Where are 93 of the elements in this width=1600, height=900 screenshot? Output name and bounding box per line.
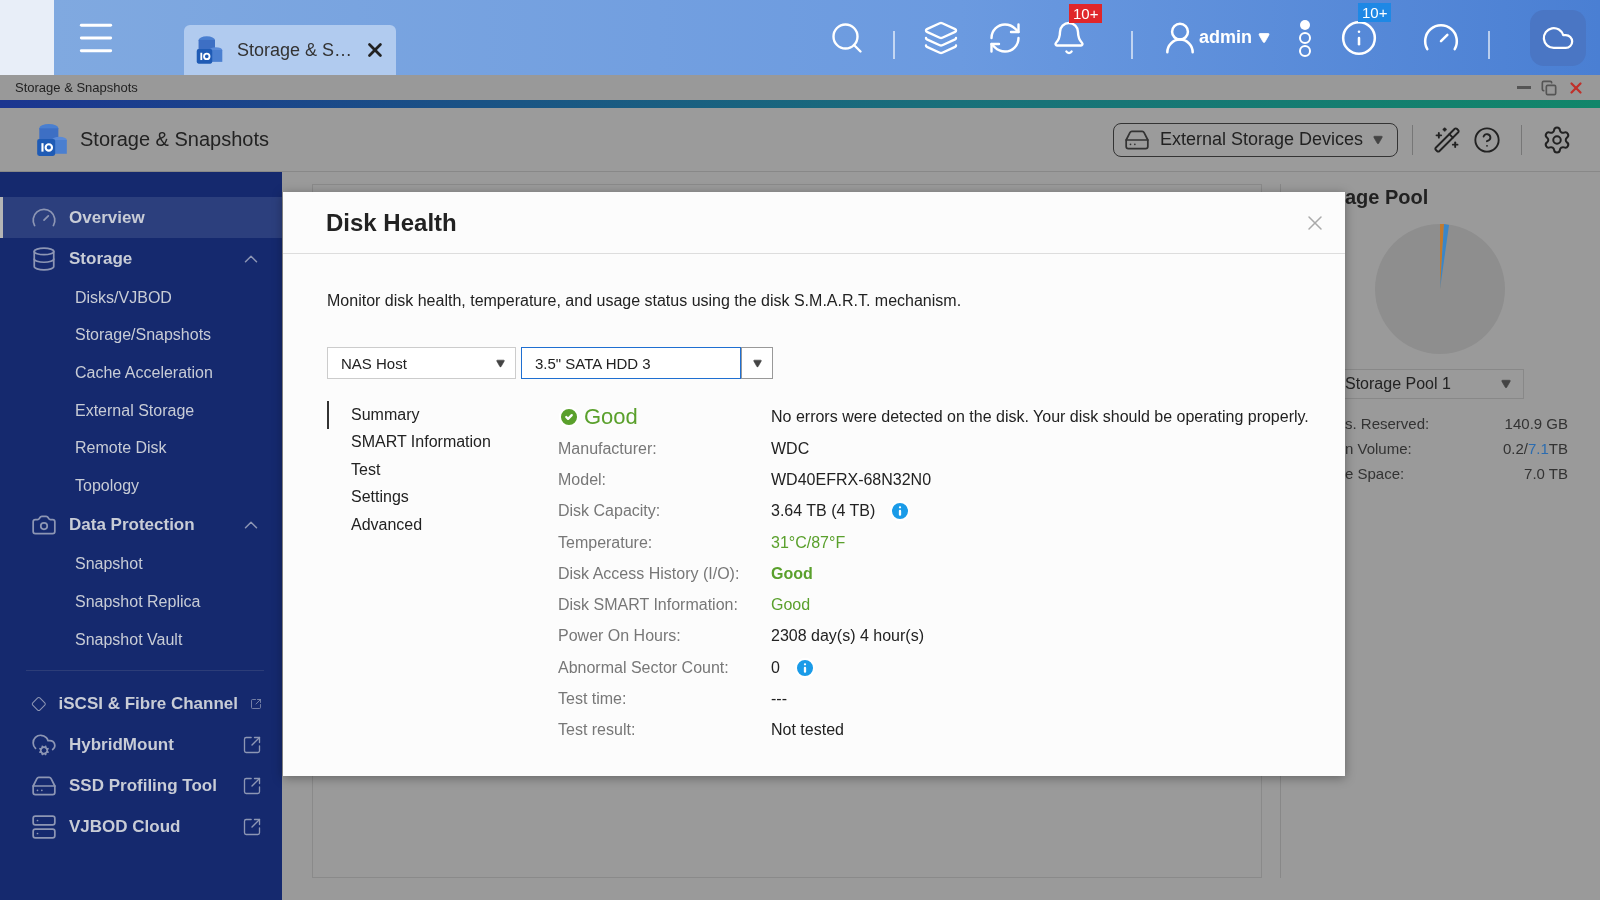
tasks-button[interactable]	[923, 19, 959, 56]
caret-icon	[1501, 379, 1511, 389]
restore-button[interactable]	[1541, 79, 1557, 96]
stat-value: 0.2/7.1TB	[1502, 440, 1568, 457]
sidebar-item[interactable]: iSCSI & Fibre Channel	[0, 683, 282, 725]
field-label: Manufacturer:	[558, 439, 658, 458]
restore-icon	[1541, 79, 1557, 96]
nav-item[interactable]: Advanced	[327, 511, 558, 539]
app-tab[interactable]: Storage & S…	[184, 25, 396, 75]
dialog-title: Disk Health	[326, 208, 457, 237]
sidebar-item[interactable]: Overview	[0, 197, 282, 238]
window-title: Storage & Snapshots	[15, 80, 138, 95]
sidebar-item[interactable]: Data Protection	[0, 504, 282, 546]
field-label: Abnormal Sector Count:	[558, 658, 730, 677]
field-value: WD40EFRX-68N32N0	[771, 470, 932, 489]
more-button[interactable]	[1298, 18, 1312, 57]
bell-icon	[1051, 19, 1087, 56]
nav-item[interactable]: Test	[327, 456, 558, 484]
check-icon	[558, 406, 580, 428]
description: Monitor disk health, temperature, and usage status using the disk S.M.A.R.T. mechanism.	[327, 292, 963, 310]
external-link-icon	[242, 816, 262, 837]
nav-item[interactable]: Settings	[327, 483, 558, 511]
settings-icon	[1542, 124, 1572, 155]
sidebar-icon	[31, 813, 57, 840]
field-value: Good	[771, 596, 811, 615]
field-value: 31°C/87°F	[771, 533, 846, 552]
wizard-button[interactable]	[1433, 125, 1461, 154]
field-label: Disk Capacity:	[558, 502, 662, 521]
app-title: Storage & Snapshots	[80, 128, 270, 151]
app-icon	[34, 121, 70, 158]
field-label: Power On Hours:	[558, 627, 682, 646]
info-badge: 10+	[1358, 2, 1392, 22]
notifications-button[interactable]: 10+	[1051, 3, 1103, 56]
field-label: Disk Access History (I/O):	[558, 564, 741, 583]
external-link-icon	[242, 734, 262, 755]
status-label: Good	[584, 404, 638, 430]
panel-title: age Pool	[1345, 186, 1430, 209]
field-value: 0	[771, 658, 780, 677]
disk-select[interactable]: 3.5" SATA HDD 3	[521, 347, 741, 379]
field-label: Disk SMART Information:	[558, 596, 739, 615]
sidebar-subitem[interactable]: Disks/VJBOD	[0, 279, 282, 317]
minimize-icon	[1517, 86, 1531, 89]
sidebar-item[interactable]: SSD Profiling Tool	[0, 765, 282, 807]
wand-icon	[1433, 125, 1461, 154]
stat-label: n Volume:	[1345, 440, 1412, 457]
sidebar-item[interactable]: HybridMount	[0, 724, 282, 766]
notification-badge: 10+	[1069, 3, 1103, 23]
field-label: Test time:	[558, 690, 628, 708]
sidebar-subitem[interactable]: Topology	[0, 466, 282, 505]
field-value: Not tested	[771, 721, 844, 740]
field-value: 3.64 TB (4 TB)	[771, 502, 876, 521]
status-message: No errors were detected on the disk. Your disk should be operating properly.	[771, 408, 1309, 426]
stat-value: 7.0 TB	[1524, 465, 1568, 482]
host-select[interactable]: NAS Host	[327, 347, 516, 379]
caret-icon	[752, 358, 762, 368]
caret-icon	[496, 358, 505, 368]
field-label: Temperature:	[558, 533, 654, 552]
caret-icon	[1258, 31, 1270, 44]
sidebar-subitem[interactable]: Storage/Snapshots	[0, 316, 282, 355]
pool-select[interactable]: Storage Pool 1	[1345, 369, 1524, 399]
sidebar-icon	[31, 245, 57, 272]
stat-value: 140.9 GB	[1504, 415, 1568, 432]
external-link-icon	[242, 775, 262, 796]
field-label: Model:	[558, 470, 608, 489]
sidebar-subitem[interactable]: External Storage	[0, 391, 282, 430]
field-value: WDC	[771, 439, 810, 458]
settings-button[interactable]	[1542, 124, 1572, 155]
help-icon	[1473, 125, 1501, 154]
device-select[interactable]: External Storage Devices	[1112, 122, 1398, 157]
tab-label: Storage & S…	[237, 39, 353, 61]
stat-label: s. Reserved:	[1345, 415, 1430, 432]
sidebar-item[interactable]: Storage	[0, 238, 282, 279]
cloud-button[interactable]	[1530, 9, 1586, 66]
sidebar-icon	[31, 731, 57, 758]
sidebar-subitem[interactable]: Snapshot Vault	[0, 620, 282, 659]
sidebar-item[interactable]: VJBOD Cloud	[0, 806, 282, 848]
nav-item[interactable]: SMART Information	[327, 428, 558, 456]
more-icon	[1298, 18, 1312, 57]
layers-icon	[923, 19, 959, 56]
sidebar-subitem[interactable]: Remote Disk	[0, 429, 282, 467]
info-icon	[1340, 18, 1378, 57]
sidebar-subitem[interactable]: Cache Acceleration	[0, 354, 282, 392]
caret-icon	[1373, 134, 1383, 145]
field-value: 2308 day(s) 4 hour(s)	[771, 627, 924, 646]
field-value: ---	[771, 690, 787, 708]
stat-label: e Space:	[1345, 465, 1405, 482]
dropdown-button[interactable]	[741, 347, 773, 379]
sidebar-subitem[interactable]: Snapshot Replica	[0, 583, 282, 621]
sidebar-subitem[interactable]: Snapshot	[0, 545, 282, 584]
help-button[interactable]	[1473, 125, 1501, 154]
info-button[interactable]: 10+	[1340, 2, 1394, 57]
field-label: Test result:	[558, 721, 637, 740]
field-value: Good	[771, 564, 813, 583]
